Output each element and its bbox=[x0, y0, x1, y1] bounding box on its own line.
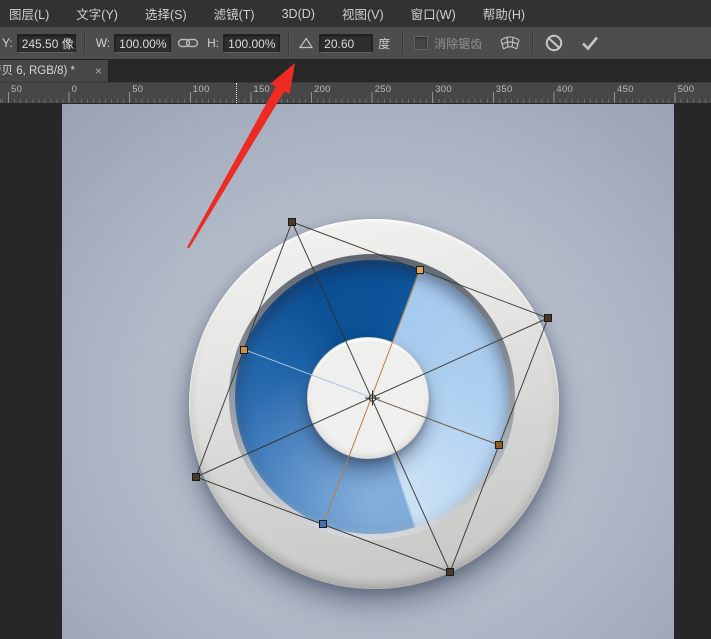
dial-center-button bbox=[307, 337, 429, 459]
ruler-label: 50 bbox=[132, 84, 143, 95]
menu-item-3[interactable]: 滤镜(T) bbox=[205, 4, 264, 23]
cancel-transform-icon[interactable] bbox=[544, 33, 564, 53]
rotation-angle-input[interactable]: 20.60 bbox=[319, 34, 373, 53]
ruler-label: 200 bbox=[314, 84, 331, 95]
menu-item-2[interactable]: 选择(S) bbox=[136, 4, 196, 23]
menu-item-1[interactable]: 文字(Y) bbox=[67, 4, 127, 23]
horizontal-ruler[interactable]: 50050100150200250300350400450500 bbox=[0, 82, 711, 104]
y-field-label: Y: bbox=[2, 36, 13, 50]
warp-mode-icon[interactable] bbox=[498, 35, 522, 52]
transform-options-bar: Y: 245.50 像素 W: 100.00% H: 100.00% 20.60… bbox=[0, 27, 711, 60]
commit-transform-icon[interactable] bbox=[580, 35, 600, 51]
antialias-label: 消除锯齿 bbox=[434, 35, 482, 52]
menu-item-0[interactable]: 图层(L) bbox=[0, 4, 58, 23]
ruler-label: 350 bbox=[496, 84, 513, 95]
menu-item-6[interactable]: 窗口(W) bbox=[402, 4, 465, 23]
menu-bar: 图层(L) 文字(Y) 选择(S) 滤镜(T) 3D(D) 视图(V) 窗口(W) 帮助(H) bbox=[0, 0, 711, 27]
antialias-checkbox[interactable] bbox=[414, 36, 428, 50]
separator bbox=[288, 31, 290, 55]
document-tab[interactable]: 拷贝 6, RGB/8) * × bbox=[0, 60, 109, 82]
document-tab-bar: 拷贝 6, RGB/8) * × bbox=[0, 60, 711, 82]
ruler-major-ticks bbox=[0, 92, 711, 103]
menu-item-5[interactable]: 视图(V) bbox=[333, 4, 393, 23]
separator bbox=[84, 31, 86, 55]
ruler-label: 50 bbox=[11, 84, 22, 95]
ruler-label: 500 bbox=[678, 84, 695, 95]
ruler-label: 250 bbox=[375, 84, 392, 95]
separator bbox=[402, 31, 404, 55]
document-canvas[interactable] bbox=[62, 104, 674, 639]
y-position-input[interactable]: 245.50 像素 bbox=[17, 34, 76, 53]
ruler-label: 400 bbox=[556, 84, 573, 95]
angle-unit-label: 度 bbox=[378, 35, 390, 52]
menu-item-4[interactable]: 3D(D) bbox=[273, 7, 324, 21]
width-scale-input[interactable]: 100.00% bbox=[114, 34, 171, 53]
ruler-label: 150 bbox=[253, 84, 270, 95]
link-dimensions-icon[interactable] bbox=[177, 37, 199, 49]
document-tab-title: 拷贝 6, RGB/8) * bbox=[0, 60, 75, 82]
ruler-label: 0 bbox=[72, 84, 78, 95]
height-scale-input[interactable]: 100.00% bbox=[223, 34, 280, 53]
ruler-label: 100 bbox=[193, 84, 210, 95]
ruler-label: 450 bbox=[617, 84, 634, 95]
h-field-label: H: bbox=[207, 36, 219, 50]
rotation-angle-icon bbox=[298, 37, 314, 49]
w-field-label: W: bbox=[96, 36, 110, 50]
close-tab-icon[interactable]: × bbox=[95, 60, 102, 82]
separator bbox=[532, 31, 534, 55]
menu-item-7[interactable]: 帮助(H) bbox=[474, 4, 534, 23]
ruler-cursor-indicator bbox=[236, 83, 237, 104]
ruler-label: 300 bbox=[435, 84, 452, 95]
photoshop-window: { "colors": { "accent_red": "#ee2b23", "… bbox=[0, 0, 711, 639]
